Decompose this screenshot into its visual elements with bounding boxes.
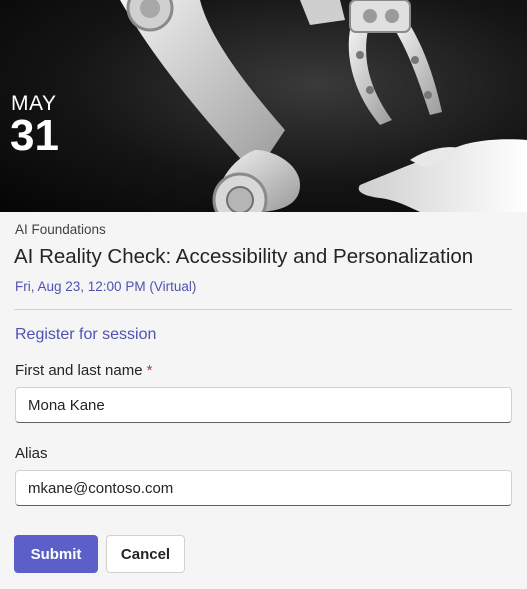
alias-input[interactable]: [15, 470, 512, 506]
cancel-button[interactable]: Cancel: [106, 535, 185, 573]
event-datetime: Fri, Aug 23, 12:00 PM (Virtual): [15, 279, 197, 294]
robot-arm-illustration: [120, 0, 527, 212]
event-hero-image: MAY 31: [0, 0, 527, 212]
submit-button[interactable]: Submit: [14, 535, 98, 573]
event-category: AI Foundations: [15, 222, 106, 237]
event-date-day: 31: [10, 111, 59, 160]
required-marker: *: [146, 362, 153, 379]
name-field-label: First and last name *: [15, 362, 152, 379]
event-title: AI Reality Check: Accessibility and Pers…: [14, 245, 474, 268]
divider: [14, 309, 512, 310]
alias-field-label: Alias: [15, 445, 48, 462]
register-section-title: Register for session: [15, 326, 157, 343]
name-label-text: First and last name: [15, 362, 143, 379]
name-input[interactable]: [15, 387, 512, 423]
